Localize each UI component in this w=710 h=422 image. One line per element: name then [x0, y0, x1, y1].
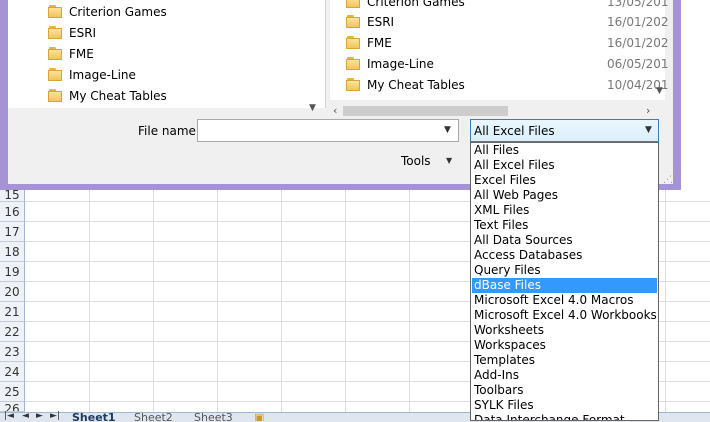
scrollbar-thumb[interactable] [343, 106, 508, 116]
file-type-option[interactable]: Templates [472, 353, 657, 368]
row-header[interactable]: 21 [0, 302, 25, 322]
sheet-tab-sheet3[interactable]: Sheet3 [194, 412, 233, 421]
scroll-left-icon[interactable]: ‹ [333, 104, 337, 117]
row-header[interactable]: 18 [0, 242, 25, 262]
row-header[interactable]: 20 [0, 282, 25, 302]
file-type-option[interactable]: Add-Ins [472, 368, 657, 383]
file-type-dropdown-list[interactable]: All Files All Excel Files Excel Files Al… [470, 142, 659, 421]
file-type-value: All Excel Files [474, 124, 555, 138]
file-type-option[interactable]: Microsoft Excel 4.0 Macros [472, 293, 657, 308]
file-type-option[interactable]: XML Files [472, 203, 657, 218]
file-type-option[interactable]: Workspaces [472, 338, 657, 353]
file-name-input[interactable] [197, 119, 459, 142]
row-header[interactable]: 23 [0, 342, 25, 362]
file-date: 16/01/202 [607, 36, 669, 50]
folder-icon [346, 36, 362, 49]
folder-icon [48, 5, 64, 18]
file-type-option[interactable]: Query Files [472, 263, 657, 278]
folder-icon [346, 15, 362, 28]
chevron-down-icon[interactable]: ▼ [645, 125, 652, 135]
folder-icon [346, 0, 362, 8]
file-name: ESRI [367, 15, 395, 29]
file-type-option[interactable]: All Data Sources [472, 233, 657, 248]
row-header[interactable]: 25 [0, 382, 25, 402]
scroll-right-icon[interactable]: › [646, 104, 650, 117]
row-header[interactable]: 24 [0, 362, 25, 382]
file-type-option[interactable]: Excel Files [472, 173, 657, 188]
folder-icon [48, 89, 64, 102]
resize-grip-icon[interactable]: ⋰⋰ [663, 175, 679, 185]
tools-button[interactable]: Tools [401, 154, 431, 168]
folder-icon [48, 68, 64, 81]
file-type-option[interactable]: Access Databases [472, 248, 657, 263]
dropdown-arrow-icon[interactable]: ▼ [446, 156, 452, 165]
file-type-option[interactable]: Worksheets [472, 323, 657, 338]
scroll-down-icon[interactable]: ▼ [309, 103, 316, 113]
insert-sheet-icon[interactable]: ▣ [254, 412, 264, 421]
file-type-option-selected[interactable]: dBase Files [472, 278, 657, 293]
file-type-option[interactable]: Microsoft Excel 4.0 Workbooks [472, 308, 657, 323]
row-header[interactable]: 17 [0, 222, 25, 242]
file-name: My Cheat Tables [367, 78, 465, 92]
file-date: 16/01/202 [607, 15, 669, 29]
file-name: Image-Line [367, 57, 434, 71]
file-type-option[interactable]: Toolbars [472, 383, 657, 398]
scroll-down-icon[interactable]: ▼ [656, 86, 663, 96]
folder-icon [48, 26, 64, 39]
folder-icon [48, 47, 64, 60]
nav-item-label: FME [69, 47, 94, 61]
file-type-option[interactable]: All Excel Files [472, 158, 657, 173]
file-type-option[interactable]: Text Files [472, 218, 657, 233]
previous-sheet-button[interactable]: ◄ [22, 412, 29, 421]
row-header[interactable]: 19 [0, 262, 25, 282]
file-type-option[interactable]: All Web Pages [472, 188, 657, 203]
row-header[interactable]: 16 [0, 202, 25, 222]
file-name: FME [367, 36, 392, 50]
file-type-option[interactable]: All Files [472, 143, 657, 158]
file-type-option[interactable]: SYLK Files [472, 398, 657, 413]
last-sheet-button[interactable]: ►| [50, 412, 60, 421]
row-header[interactable]: 22 [0, 322, 25, 342]
folder-icon [346, 57, 362, 70]
chevron-down-icon[interactable]: ▼ [444, 125, 451, 135]
file-name-label: File name: [138, 124, 200, 138]
folder-icon [346, 78, 362, 91]
next-sheet-button[interactable]: ► [36, 412, 43, 421]
sheet-tab-sheet2[interactable]: Sheet2 [134, 412, 173, 421]
file-date: 06/05/201 [607, 57, 669, 71]
first-sheet-button[interactable]: |◄ [4, 412, 14, 421]
file-type-option[interactable]: Data Interchange Format [472, 413, 657, 420]
nav-item-label: My Cheat Tables [69, 89, 167, 103]
nav-item-label: ESRI [69, 26, 97, 40]
nav-item-label: Criterion Games [69, 5, 167, 19]
nav-item-label: Image-Line [69, 68, 136, 82]
sheet-tab-sheet1[interactable]: Sheet1 [72, 412, 116, 421]
